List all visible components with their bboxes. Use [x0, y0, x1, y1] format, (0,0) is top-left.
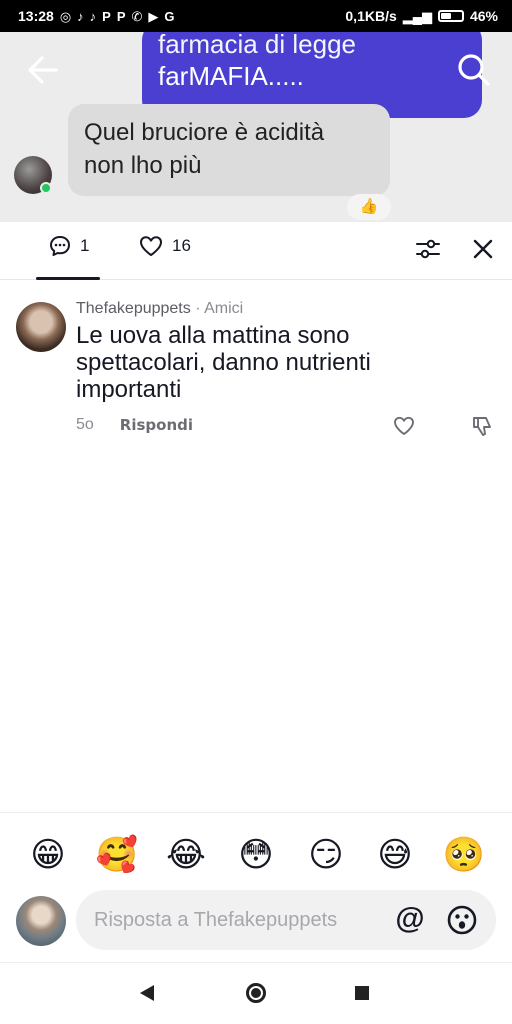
chat-bubble-line-2: non lho più [84, 152, 202, 179]
nav-recents-icon[interactable] [355, 986, 369, 1000]
reply-button[interactable]: Rispondi [120, 416, 193, 434]
emoji-grin[interactable]: 😁 [26, 833, 70, 877]
emoji-pleading[interactable]: 🥺 [442, 833, 486, 877]
avatar[interactable] [16, 302, 66, 352]
chat-bubble-line-1: Quel bruciore è acidità [84, 119, 325, 146]
paypal-icon: P [102, 8, 111, 24]
tab-likes[interactable]: 16 [138, 234, 191, 258]
close-icon[interactable] [470, 236, 496, 262]
likes-count: 16 [172, 236, 191, 255]
comment-meta: 5o Rispondi [76, 416, 193, 434]
reply-input-row: @ [0, 890, 512, 962]
system-nav-bar [0, 962, 512, 1024]
paypal-icon: P [116, 8, 126, 24]
video-preview[interactable]: farmacia di legge farMAFIA..... Quel bru… [0, 32, 512, 222]
comments-count: 1 [80, 236, 90, 255]
search-icon[interactable] [454, 50, 494, 90]
emoji-smile-icon[interactable] [446, 904, 478, 936]
emoji-quick-bar: 😁 🥰 😂 😳 😏 😅 🥺 [0, 812, 512, 892]
whatsapp-icon: ◎ [59, 8, 72, 24]
friend-tag: · Amici [195, 300, 244, 317]
clock: 13:28 [18, 8, 54, 24]
comment-bubble-icon [50, 236, 70, 256]
reaction-chip: 👍 [347, 194, 391, 220]
signal-icon: ▂▄▆ [402, 8, 432, 24]
comment-header: Thefakepuppets · Amici [76, 300, 243, 318]
back-arrow-icon[interactable] [22, 52, 62, 88]
chat-bubble-gray: Quel bruciore è acidità non lho più [68, 104, 390, 196]
emoji-smirk[interactable]: 😏 [304, 833, 348, 877]
comments-tab-bar: 1 16 [0, 222, 512, 280]
emoji-flushed[interactable]: 😳 [234, 833, 278, 877]
network-speed: 0,1KB/s [345, 8, 397, 24]
mention-at-icon[interactable]: @ [394, 904, 426, 936]
nav-back-icon[interactable] [140, 985, 154, 1001]
nav-home-icon[interactable] [246, 983, 266, 1003]
status-bar: 13:28 ◎ ♪ ♪ P P ✆ ▶ G 0,1KB/s ▂▄▆ 46% [0, 0, 512, 32]
avatar [16, 896, 66, 946]
dislike-icon[interactable] [470, 414, 494, 438]
battery-icon [437, 10, 464, 22]
emoji-laugh[interactable]: 😂 [164, 833, 208, 877]
comment-item: Thefakepuppets · Amici Le uova alla matt… [0, 300, 512, 450]
heart-icon [140, 236, 162, 256]
viber-icon: ✆ [131, 8, 143, 24]
chat-bubble-partial-text: farmacia di legge [158, 32, 356, 59]
reply-input[interactable] [76, 890, 496, 950]
tiktok-icon: ♪ [77, 8, 84, 24]
emoji-sweat-smile[interactable]: 😅 [373, 833, 417, 877]
comment-author[interactable]: Thefakepuppets [76, 300, 191, 317]
comment-text: Le uova alla mattina sono spettacolari, … [76, 322, 371, 403]
comment-age: 5o [76, 416, 94, 433]
like-heart-icon[interactable] [392, 414, 416, 438]
online-status-dot [40, 182, 52, 194]
battery-percent: 46% [469, 8, 498, 24]
google-icon: G [164, 8, 175, 24]
tiktok-icon: ♪ [89, 8, 97, 24]
youtube-icon: ▶ [148, 8, 159, 24]
filter-sliders-icon[interactable] [414, 236, 442, 262]
emoji-hearts[interactable]: 🥰 [95, 833, 139, 877]
chat-bubble-text: farMAFIA..... [158, 61, 304, 91]
tab-comments[interactable]: 1 [48, 234, 89, 258]
active-tab-indicator [36, 277, 100, 280]
